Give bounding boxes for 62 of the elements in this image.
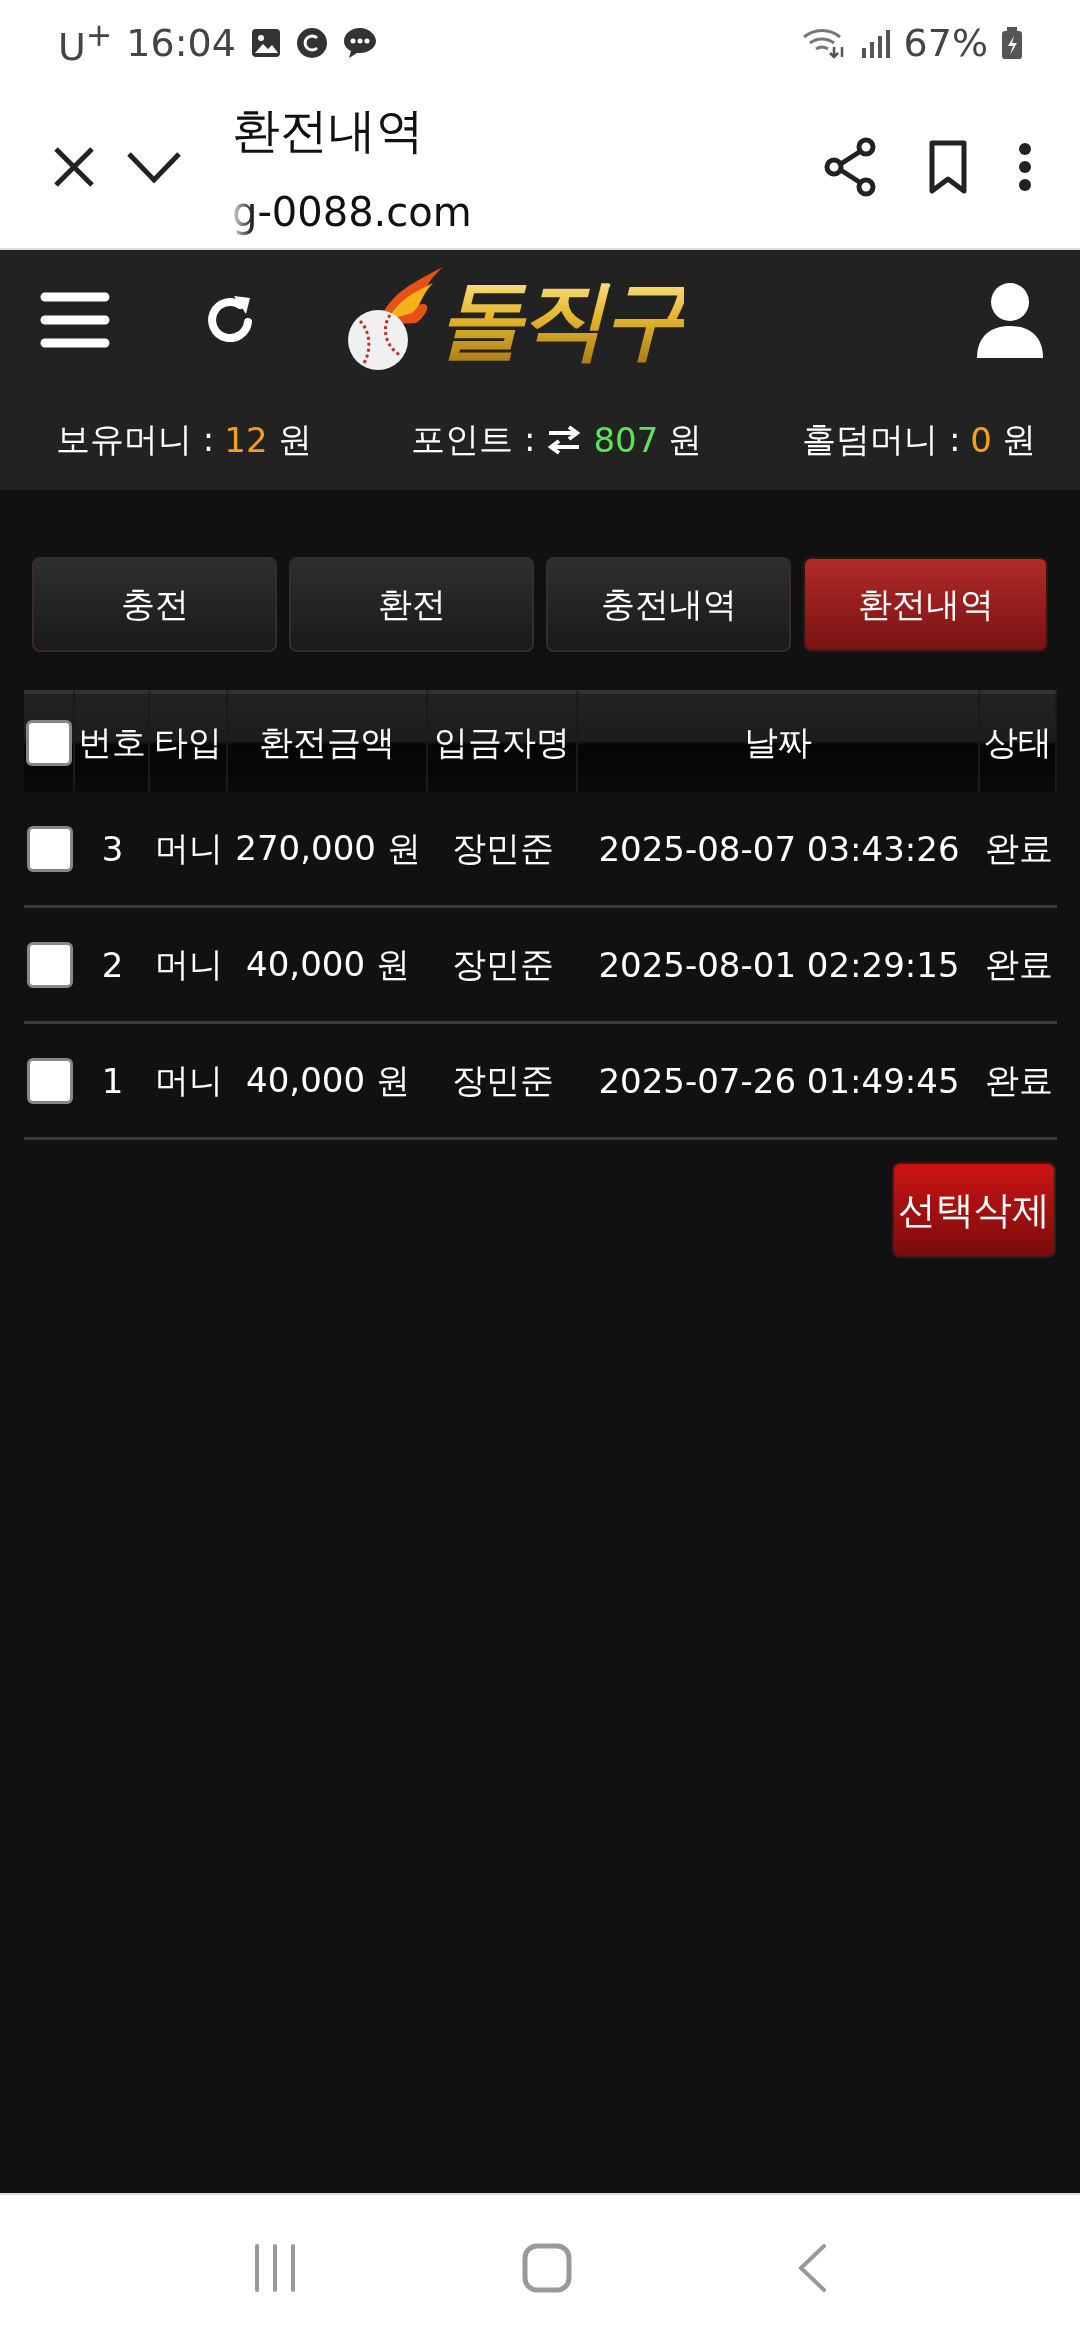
table-cell: 2	[75, 908, 150, 1024]
tab[interactable]: 환전내역	[803, 557, 1048, 652]
table-cell: 완료	[980, 908, 1057, 1024]
table-cell: 3	[75, 792, 150, 908]
gallery-icon	[249, 27, 282, 59]
table-cell: 완료	[980, 792, 1057, 908]
tab[interactable]: 충전내역	[546, 557, 791, 652]
select-all-checkbox[interactable]	[25, 720, 72, 766]
table-cell: 40,000 원	[228, 908, 428, 1024]
table-cell: 완료	[980, 1024, 1057, 1140]
column-header: 날짜	[578, 690, 980, 792]
battery-icon	[1002, 27, 1022, 59]
currency-unit: 원	[277, 418, 312, 461]
close-button[interactable]	[52, 145, 96, 189]
share-button[interactable]	[822, 137, 878, 197]
balance-label: 포인트 :	[411, 418, 536, 461]
table-cell: 2025-08-07 03:43:26	[578, 792, 980, 908]
signal-icon	[859, 28, 890, 58]
wifi-icon	[801, 27, 846, 59]
column-header: 환전금액	[228, 690, 428, 792]
back-button[interactable]	[797, 2242, 828, 2293]
tab[interactable]: 충전	[32, 557, 277, 652]
column-header: 상태	[980, 690, 1057, 792]
bookmark-button[interactable]	[928, 139, 968, 195]
row-checkbox[interactable]	[26, 941, 73, 988]
table-cell: 장민준	[428, 792, 578, 908]
coin-icon	[295, 27, 328, 59]
menu-button[interactable]	[38, 291, 112, 349]
table-cell: 2025-08-01 02:29:15	[578, 908, 980, 1024]
column-header: 타입	[150, 690, 228, 792]
tab[interactable]: 환전	[289, 557, 534, 652]
table-cell: 장민준	[428, 1024, 578, 1140]
table-cell: 머니	[150, 1024, 228, 1140]
column-header: 번호	[75, 690, 150, 792]
table-cell: 270,000 원	[228, 792, 428, 908]
more-button[interactable]	[1018, 142, 1032, 192]
carrier-text: U$^{+}$	[58, 17, 113, 69]
recent-apps-button[interactable]	[252, 2243, 297, 2292]
balance-label: 홀덤머니 :	[802, 418, 961, 461]
delete-selected-button[interactable]: 선택삭제	[892, 1162, 1056, 1258]
chat-icon	[341, 26, 378, 60]
balance-value: 0	[970, 420, 992, 460]
table-cell: 머니	[150, 792, 228, 908]
row-checkbox[interactable]	[26, 825, 73, 872]
table-cell: 40,000 원	[228, 1024, 428, 1140]
currency-unit: 원	[668, 418, 703, 461]
clock-text: 16:04	[126, 21, 236, 65]
home-button[interactable]	[522, 2242, 572, 2293]
balance-value: 12	[224, 420, 268, 460]
table-cell: 1	[75, 1024, 150, 1140]
currency-unit: 원	[1002, 418, 1036, 461]
column-header: 입금자명	[428, 690, 578, 792]
balance-label: 보유머니 :	[56, 418, 215, 461]
row-checkbox[interactable]	[26, 1057, 73, 1104]
balance-value: 807	[593, 420, 659, 460]
url-text: g-0088.com	[232, 189, 472, 235]
table-cell: 머니	[150, 908, 228, 1024]
table-cell: 장민준	[428, 908, 578, 1024]
chevron-down-button[interactable]	[126, 150, 182, 184]
table-cell: 2025-07-26 01:49:45	[578, 1024, 980, 1140]
page-title: 환전내역	[232, 101, 425, 160]
battery-text: 67%	[903, 21, 988, 65]
